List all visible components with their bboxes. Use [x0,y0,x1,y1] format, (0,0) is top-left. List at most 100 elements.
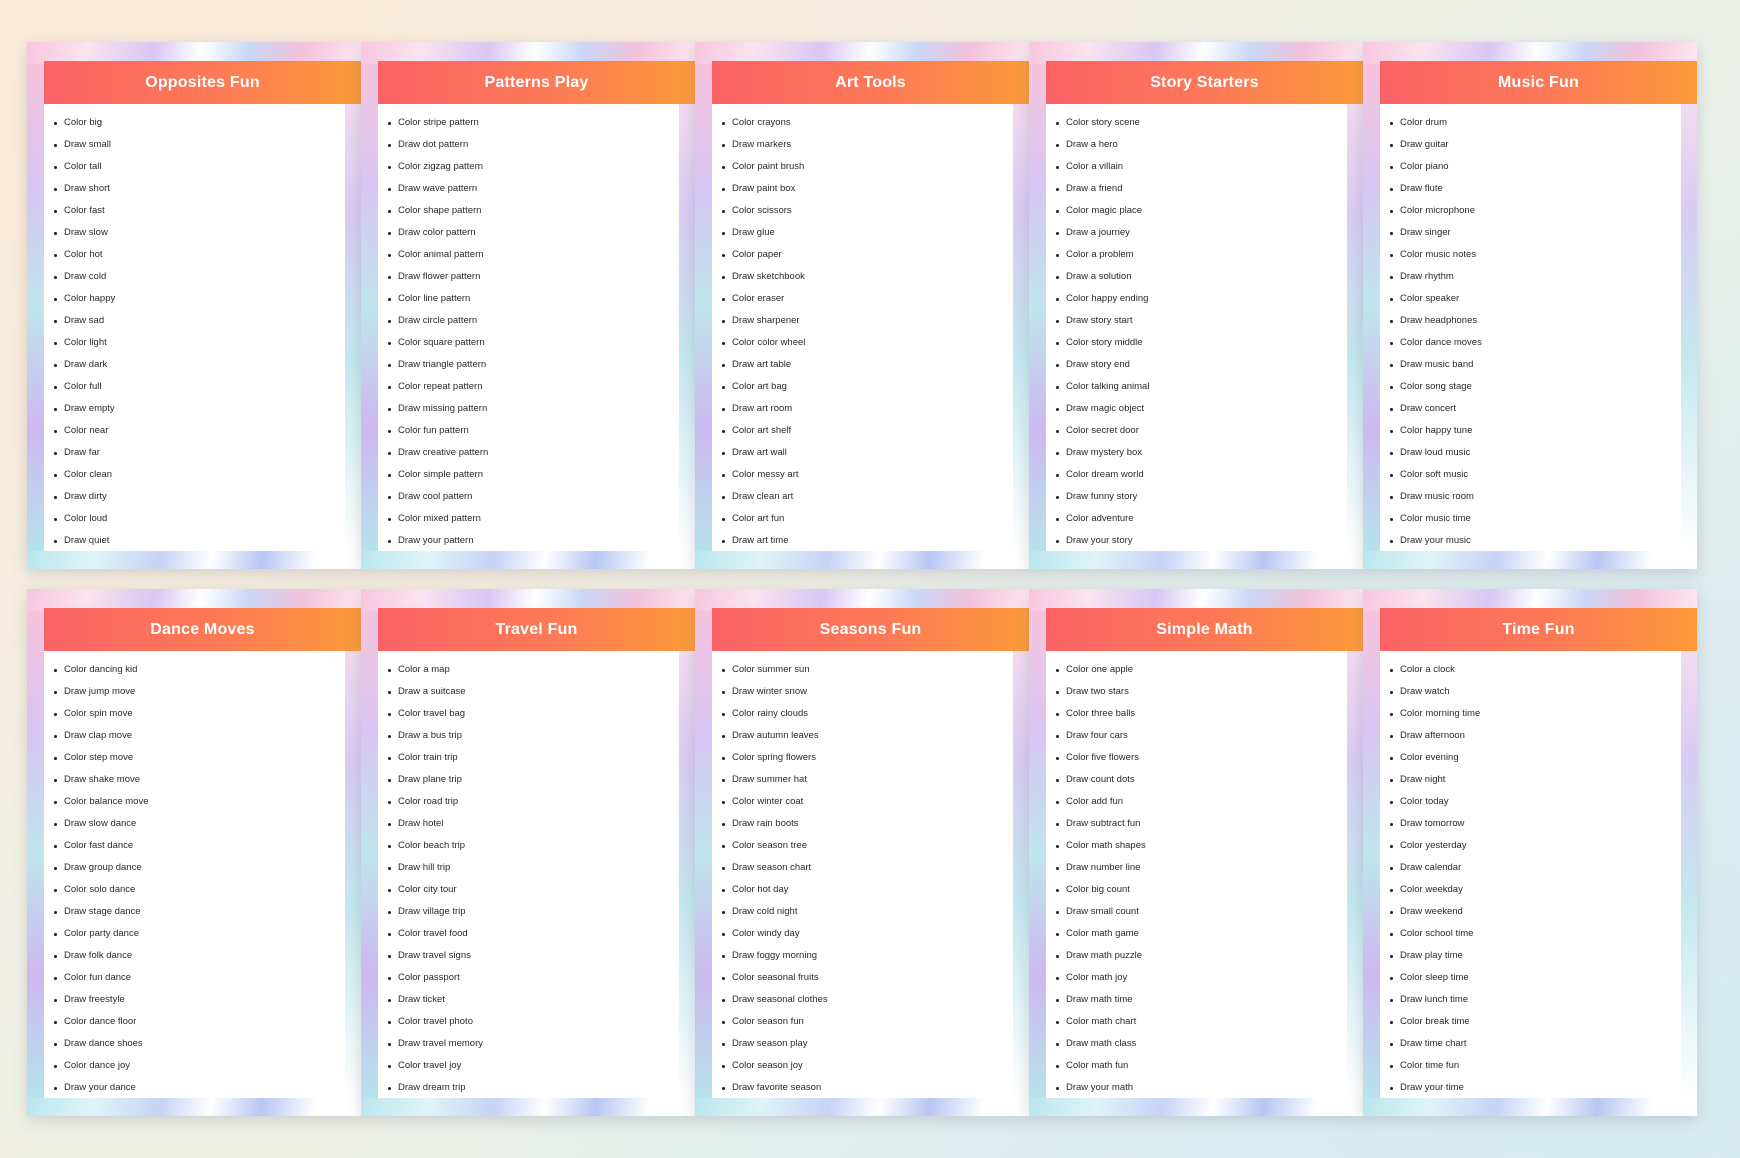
list-item: Draw play time [1390,945,1681,967]
list-item: Color soft music [1390,464,1681,486]
card-body: Color dancing kid Draw jump move Color spi… [44,651,345,1098]
list-item: Color season tree [722,835,1013,857]
list-item: Draw rhythm [1390,266,1681,288]
list-item: Draw your dance [54,1077,345,1099]
list-item: Draw color pattern [388,222,679,244]
list-item: Color beach trip [388,835,679,857]
list-item: Color speaker [1390,288,1681,310]
list-item: Color art fun [722,508,1013,530]
card-body: Color summer sun Draw winter snow Color ra… [712,651,1013,1098]
list-item: Color travel food [388,923,679,945]
list-item: Draw cool pattern [388,486,679,508]
list-item: Color today [1390,791,1681,813]
list-item: Draw jump move [54,681,345,703]
list-item: Draw art room [722,398,1013,420]
list-item: Color math fun [1056,1055,1347,1077]
item-list: Color stripe pattern Draw dot pattern Colo… [378,104,679,552]
list-item: Draw dark [54,354,345,376]
list-item: Color math game [1056,923,1347,945]
list-item: Color math chart [1056,1011,1347,1033]
list-item: Color loud [54,508,345,530]
list-item: Color road trip [388,791,679,813]
list-item: Color art shelf [722,420,1013,442]
list-item: Color balance move [54,791,345,813]
list-item: Color repeat pattern [388,376,679,398]
list-item: Color microphone [1390,200,1681,222]
decorative-stripe [1013,611,1029,1098]
list-item: Draw clap move [54,725,345,747]
item-list: Color crayons Draw markers Color paint bru… [712,104,1013,552]
list-item: Color talking animal [1056,376,1347,398]
list-item: Color seasonal fruits [722,967,1013,989]
card-title: Music Fun [1380,61,1697,104]
list-item: Color happy tune [1390,420,1681,442]
list-item: Color song stage [1390,376,1681,398]
worksheet-card-seasons-fun: Seasons Fun Color summer sun Draw winter … [695,589,1029,1116]
list-item: Color weekday [1390,879,1681,901]
list-item: Draw cold night [722,901,1013,923]
list-item: Color happy ending [1056,288,1347,310]
list-item: Color paper [722,244,1013,266]
list-item: Color school time [1390,923,1681,945]
card-title: Dance Moves [44,608,361,651]
list-item: Draw sad [54,310,345,332]
card-body: Color big Draw small Color tall Draw short C… [44,104,345,551]
list-item: Draw art table [722,354,1013,376]
list-item: Draw dirty [54,486,345,508]
decorative-stripe [345,64,361,551]
list-item: Draw hotel [388,813,679,835]
card-title: Art Tools [712,61,1029,104]
list-item: Draw clean art [722,486,1013,508]
decorative-stripe [1029,611,1046,1098]
list-item: Color happy [54,288,345,310]
list-item: Draw ticket [388,989,679,1011]
list-item: Color dream world [1056,464,1347,486]
list-item: Color train trip [388,747,679,769]
list-item: Draw art wall [722,442,1013,464]
list-item: Color fun pattern [388,420,679,442]
list-item: Color windy day [722,923,1013,945]
decorative-stripe [361,611,378,1098]
list-item: Draw watch [1390,681,1681,703]
list-item: Draw concert [1390,398,1681,420]
list-item: Draw rain boots [722,813,1013,835]
list-item: Draw number line [1056,857,1347,879]
list-item: Draw group dance [54,857,345,879]
list-item: Draw your math [1056,1077,1347,1099]
list-item: Draw foggy morning [722,945,1013,967]
list-item: Color tall [54,156,345,178]
list-item: Draw calendar [1390,857,1681,879]
list-item: Draw short [54,178,345,200]
list-item: Color rainy clouds [722,703,1013,725]
list-item: Draw math puzzle [1056,945,1347,967]
list-item: Draw season chart [722,857,1013,879]
list-item: Color time fun [1390,1055,1681,1077]
worksheet-card-opposites-fun: Opposites Fun Color big Draw small Color t… [27,42,361,569]
decorative-stripe [1029,64,1046,551]
item-list: Color story scene Draw a hero Color a vill… [1046,104,1347,552]
list-item: Draw music room [1390,486,1681,508]
list-item: Color sleep time [1390,967,1681,989]
decorative-stripe [679,611,695,1098]
list-item: Color big [54,112,345,134]
list-item: Draw favorite season [722,1077,1013,1099]
list-item: Draw story end [1056,354,1347,376]
list-item: Color math joy [1056,967,1347,989]
list-item: Draw travel signs [388,945,679,967]
list-item: Draw seasonal clothes [722,989,1013,1011]
list-item: Color scissors [722,200,1013,222]
list-item: Color piano [1390,156,1681,178]
worksheet-preview-grid: Opposites Fun Color big Draw small Color t… [27,42,1715,1116]
list-item: Color light [54,332,345,354]
list-item: Color five flowers [1056,747,1347,769]
list-item: Draw a solution [1056,266,1347,288]
list-item: Color add fun [1056,791,1347,813]
item-list: Color summer sun Draw winter snow Color ra… [712,651,1013,1099]
card-body: Color one apple Draw two stars Color three… [1046,651,1347,1098]
list-item: Draw headphones [1390,310,1681,332]
list-item: Color square pattern [388,332,679,354]
list-item: Color fast [54,200,345,222]
list-item: Color zigzag pattern [388,156,679,178]
item-list: Color one apple Draw two stars Color three… [1046,651,1347,1099]
list-item: Color a map [388,659,679,681]
